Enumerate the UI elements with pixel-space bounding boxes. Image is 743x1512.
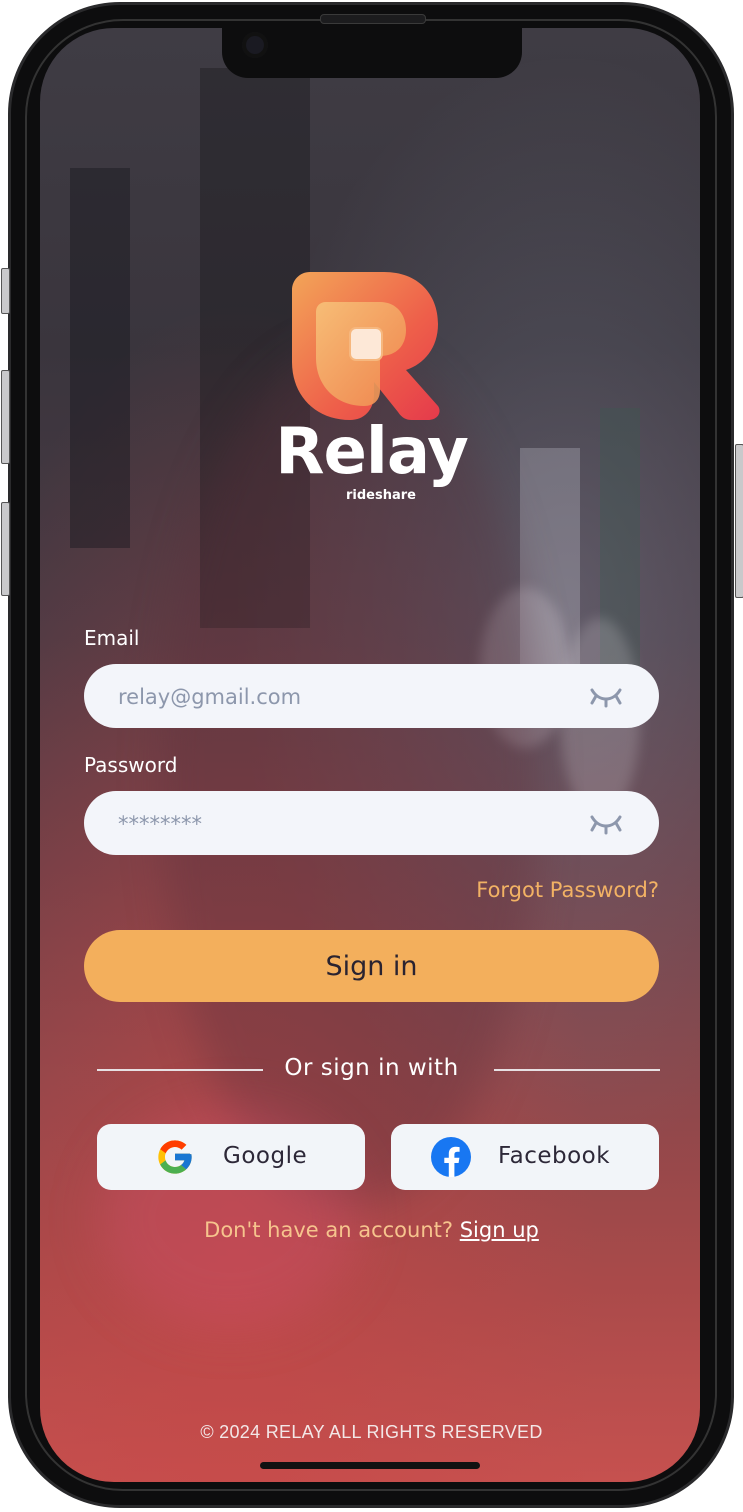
background-shape <box>70 168 130 548</box>
facebook-icon <box>431 1137 471 1177</box>
email-input[interactable] <box>116 664 590 730</box>
google-sign-in-button[interactable]: Google <box>97 1124 365 1190</box>
google-icon <box>158 1140 192 1174</box>
password-input[interactable] <box>116 791 590 857</box>
notch <box>222 28 522 78</box>
volume-down-button <box>1 502 10 596</box>
email-label: Email <box>84 626 140 650</box>
password-field-container <box>84 791 659 857</box>
front-camera <box>242 32 268 58</box>
eye-closed-icon[interactable] <box>589 682 623 710</box>
divider-right <box>494 1069 660 1071</box>
relay-logo-icon <box>292 272 440 420</box>
home-indicator[interactable] <box>260 1462 480 1469</box>
eye-closed-icon[interactable] <box>589 809 623 837</box>
forgot-password-link[interactable]: Forgot Password? <box>476 878 659 902</box>
signup-prompt-row: Don't have an account? Sign up <box>0 1218 743 1242</box>
sign-in-button[interactable]: Sign in <box>84 930 659 1002</box>
google-label: Google <box>223 1143 308 1169</box>
brand-tagline: rideshare <box>346 488 416 503</box>
sign-up-link[interactable]: Sign up <box>460 1218 539 1242</box>
copyright-text: © 2024 RELAY ALL RIGHTS RESERVED <box>200 1422 543 1442</box>
email-field-container <box>84 664 659 730</box>
brand-name: Relay <box>275 415 469 489</box>
social-divider-text: Or sign in with <box>284 1055 459 1081</box>
silent-switch <box>1 268 10 314</box>
password-label: Password <box>84 753 178 777</box>
signup-prompt-text: Don't have an account? <box>204 1218 454 1242</box>
facebook-label: Facebook <box>498 1143 611 1169</box>
facebook-sign-in-button[interactable]: Facebook <box>391 1124 659 1190</box>
earpiece-speaker <box>320 14 426 24</box>
